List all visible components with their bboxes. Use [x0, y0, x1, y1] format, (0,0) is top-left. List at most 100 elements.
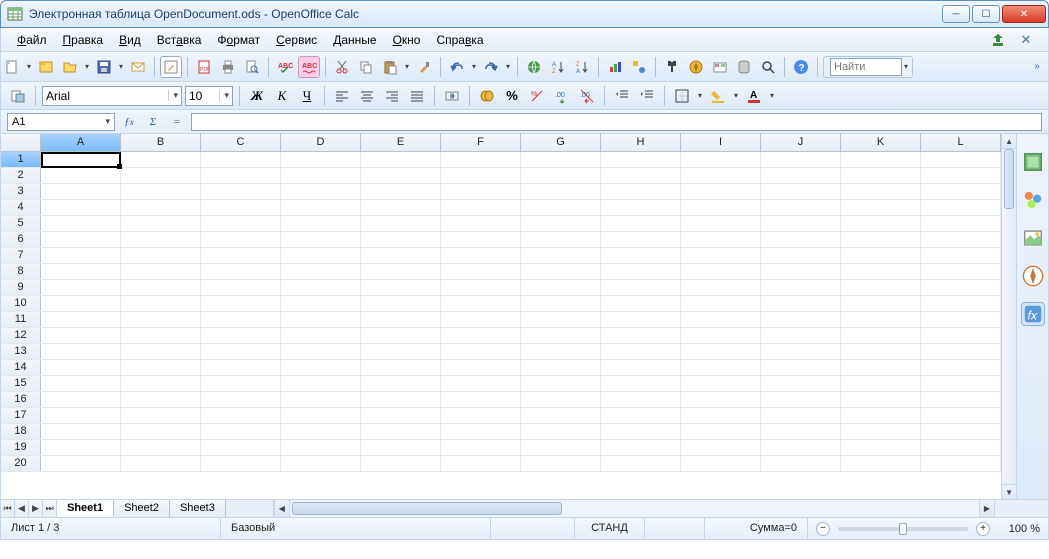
- currency-button[interactable]: [476, 85, 498, 107]
- sort-desc-button[interactable]: ZA: [571, 56, 593, 78]
- doc-close-icon[interactable]: ✕: [1018, 32, 1034, 48]
- cell[interactable]: [601, 216, 681, 231]
- cell[interactable]: [441, 248, 521, 263]
- cell[interactable]: [441, 264, 521, 279]
- formula-input[interactable]: [191, 113, 1042, 131]
- cell[interactable]: [281, 248, 361, 263]
- row-header[interactable]: 3: [1, 184, 41, 199]
- cell[interactable]: [921, 328, 1001, 343]
- cell[interactable]: [841, 424, 921, 439]
- sheet-tab[interactable]: Sheet1: [57, 500, 114, 517]
- cell[interactable]: [281, 312, 361, 327]
- tab-first-button[interactable]: ⏮: [1, 500, 15, 517]
- redo-button[interactable]: [480, 56, 502, 78]
- horizontal-scrollbar[interactable]: ◀ ▶: [274, 500, 994, 517]
- row-header[interactable]: 8: [1, 264, 41, 279]
- cell[interactable]: [441, 344, 521, 359]
- cell[interactable]: [841, 184, 921, 199]
- cell[interactable]: [601, 344, 681, 359]
- cell[interactable]: [281, 344, 361, 359]
- cell[interactable]: [41, 168, 121, 183]
- cell[interactable]: [761, 424, 841, 439]
- cell[interactable]: [681, 456, 761, 471]
- cell[interactable]: [921, 248, 1001, 263]
- cell[interactable]: [521, 248, 601, 263]
- cell[interactable]: [281, 424, 361, 439]
- cell[interactable]: [281, 280, 361, 295]
- cell[interactable]: [361, 280, 441, 295]
- cell[interactable]: [521, 344, 601, 359]
- cell[interactable]: [121, 312, 201, 327]
- column-header[interactable]: J: [761, 134, 841, 151]
- cell[interactable]: [361, 168, 441, 183]
- cell[interactable]: [361, 440, 441, 455]
- cell[interactable]: [761, 248, 841, 263]
- cell[interactable]: [441, 312, 521, 327]
- cell[interactable]: [841, 280, 921, 295]
- menu-окно[interactable]: Окно: [387, 31, 427, 49]
- cell[interactable]: [761, 312, 841, 327]
- find-input[interactable]: [830, 58, 902, 76]
- cell[interactable]: [41, 248, 121, 263]
- maximize-button[interactable]: ☐: [972, 5, 1000, 23]
- cell[interactable]: [921, 264, 1001, 279]
- cell[interactable]: [121, 184, 201, 199]
- cell[interactable]: [41, 264, 121, 279]
- cell[interactable]: [281, 376, 361, 391]
- scroll-down-button[interactable]: ▼: [1002, 484, 1016, 499]
- cell[interactable]: [841, 152, 921, 167]
- cell[interactable]: [441, 184, 521, 199]
- cell[interactable]: [841, 296, 921, 311]
- cell[interactable]: [441, 232, 521, 247]
- cell[interactable]: [41, 216, 121, 231]
- cell[interactable]: [681, 264, 761, 279]
- scroll-up-button[interactable]: ▲: [1002, 134, 1016, 149]
- fontcolor-dropdown[interactable]: [768, 91, 776, 100]
- font-name-combo[interactable]: Arial▾: [42, 86, 182, 106]
- status-style[interactable]: Базовый: [221, 518, 491, 539]
- row-header[interactable]: 16: [1, 392, 41, 407]
- spellcheck-button[interactable]: ABC: [274, 56, 296, 78]
- cell[interactable]: [361, 264, 441, 279]
- scroll-left-button[interactable]: ◀: [275, 500, 290, 517]
- update-icon[interactable]: [990, 32, 1006, 48]
- cell[interactable]: [841, 408, 921, 423]
- cell[interactable]: [361, 312, 441, 327]
- increase-indent-button[interactable]: [636, 85, 658, 107]
- cell[interactable]: [761, 264, 841, 279]
- cell[interactable]: [361, 360, 441, 375]
- cell[interactable]: [601, 248, 681, 263]
- sheet-tab[interactable]: Sheet3: [170, 500, 226, 517]
- cell[interactable]: [601, 408, 681, 423]
- row-header[interactable]: 2: [1, 168, 41, 183]
- cell[interactable]: [601, 232, 681, 247]
- cut-button[interactable]: [331, 56, 353, 78]
- row-header[interactable]: 12: [1, 328, 41, 343]
- cell[interactable]: [681, 344, 761, 359]
- cell[interactable]: [361, 456, 441, 471]
- cell[interactable]: [201, 168, 281, 183]
- autospell-button[interactable]: ABC: [298, 56, 320, 78]
- cell[interactable]: [841, 216, 921, 231]
- close-button[interactable]: ✕: [1002, 5, 1046, 23]
- cell[interactable]: [441, 456, 521, 471]
- row-header[interactable]: 19: [1, 440, 41, 455]
- italic-button[interactable]: К: [271, 85, 293, 107]
- cell[interactable]: [201, 456, 281, 471]
- cell[interactable]: [201, 152, 281, 167]
- cell[interactable]: [201, 392, 281, 407]
- column-header[interactable]: H: [601, 134, 681, 151]
- cell[interactable]: [681, 184, 761, 199]
- cell[interactable]: [441, 168, 521, 183]
- cell[interactable]: [761, 408, 841, 423]
- merge-cells-button[interactable]: [441, 85, 463, 107]
- row-header[interactable]: 6: [1, 232, 41, 247]
- minimize-button[interactable]: ─: [942, 5, 970, 23]
- cell[interactable]: [201, 248, 281, 263]
- cell[interactable]: [281, 328, 361, 343]
- cell[interactable]: [681, 152, 761, 167]
- cell[interactable]: [281, 200, 361, 215]
- cell[interactable]: [41, 184, 121, 199]
- cell[interactable]: [761, 360, 841, 375]
- cell[interactable]: [521, 264, 601, 279]
